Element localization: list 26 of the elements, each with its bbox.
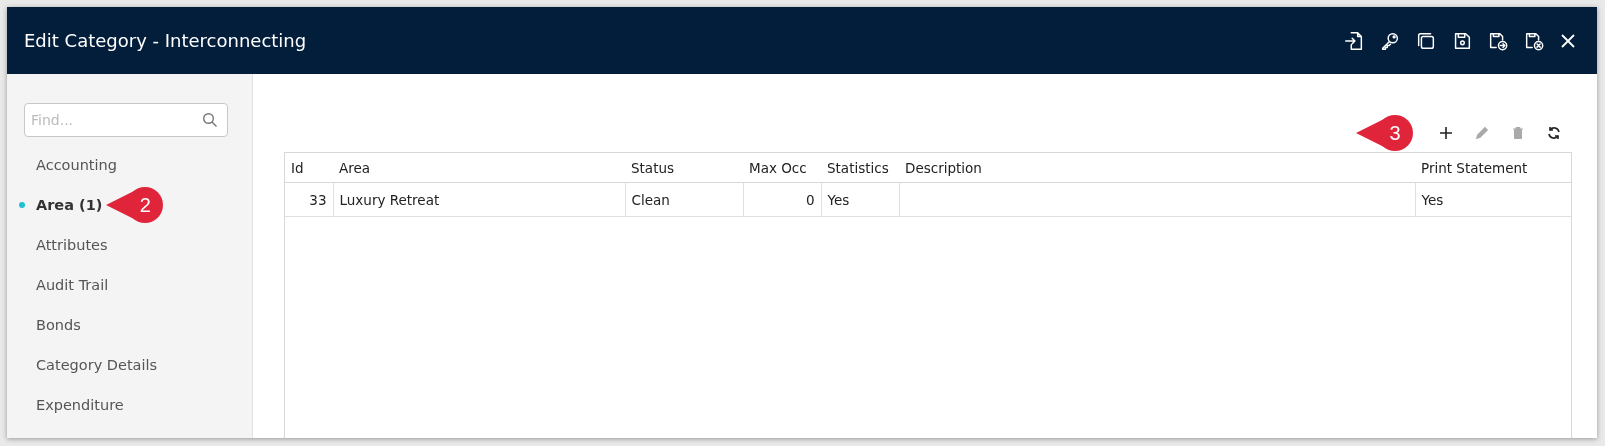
table-cell: Luxury Retreat xyxy=(339,191,440,208)
table-cell: Clean xyxy=(631,191,670,208)
selected-dot xyxy=(19,202,25,208)
column-header[interactable]: Area xyxy=(333,153,625,183)
sidebar-item[interactable]: Category Details xyxy=(24,357,158,373)
sidebar-item[interactable]: Bonds xyxy=(24,317,81,333)
step-callout: 3 xyxy=(1356,113,1414,153)
sidebar-item[interactable]: Audit Trail xyxy=(24,277,109,293)
search-icon xyxy=(202,112,218,128)
column-header[interactable]: Statistics xyxy=(821,153,899,183)
sidebar-item[interactable]: Accounting xyxy=(24,157,117,173)
column-header[interactable]: Print Statement xyxy=(1415,153,1571,183)
sidebar-item[interactable]: Area (1) xyxy=(24,197,103,213)
sidebar-item[interactable]: Attributes xyxy=(24,237,108,253)
table-cell: 0 xyxy=(805,191,815,208)
column-header[interactable]: Description xyxy=(899,153,1415,183)
table-cell: Yes xyxy=(1421,191,1444,208)
column-header[interactable]: Max Occ xyxy=(743,153,821,183)
window-title: Edit Category - Interconnecting xyxy=(24,30,307,51)
column-header[interactable]: Id xyxy=(285,153,333,183)
search-field[interactable]: Find... xyxy=(24,103,228,137)
sidebar-item[interactable]: Expenditure xyxy=(24,397,124,413)
table-cell: Yes xyxy=(827,191,850,208)
table-cell: 33 xyxy=(309,191,327,208)
step-callout: 2 xyxy=(106,185,165,225)
column-header[interactable]: Status xyxy=(625,153,743,183)
